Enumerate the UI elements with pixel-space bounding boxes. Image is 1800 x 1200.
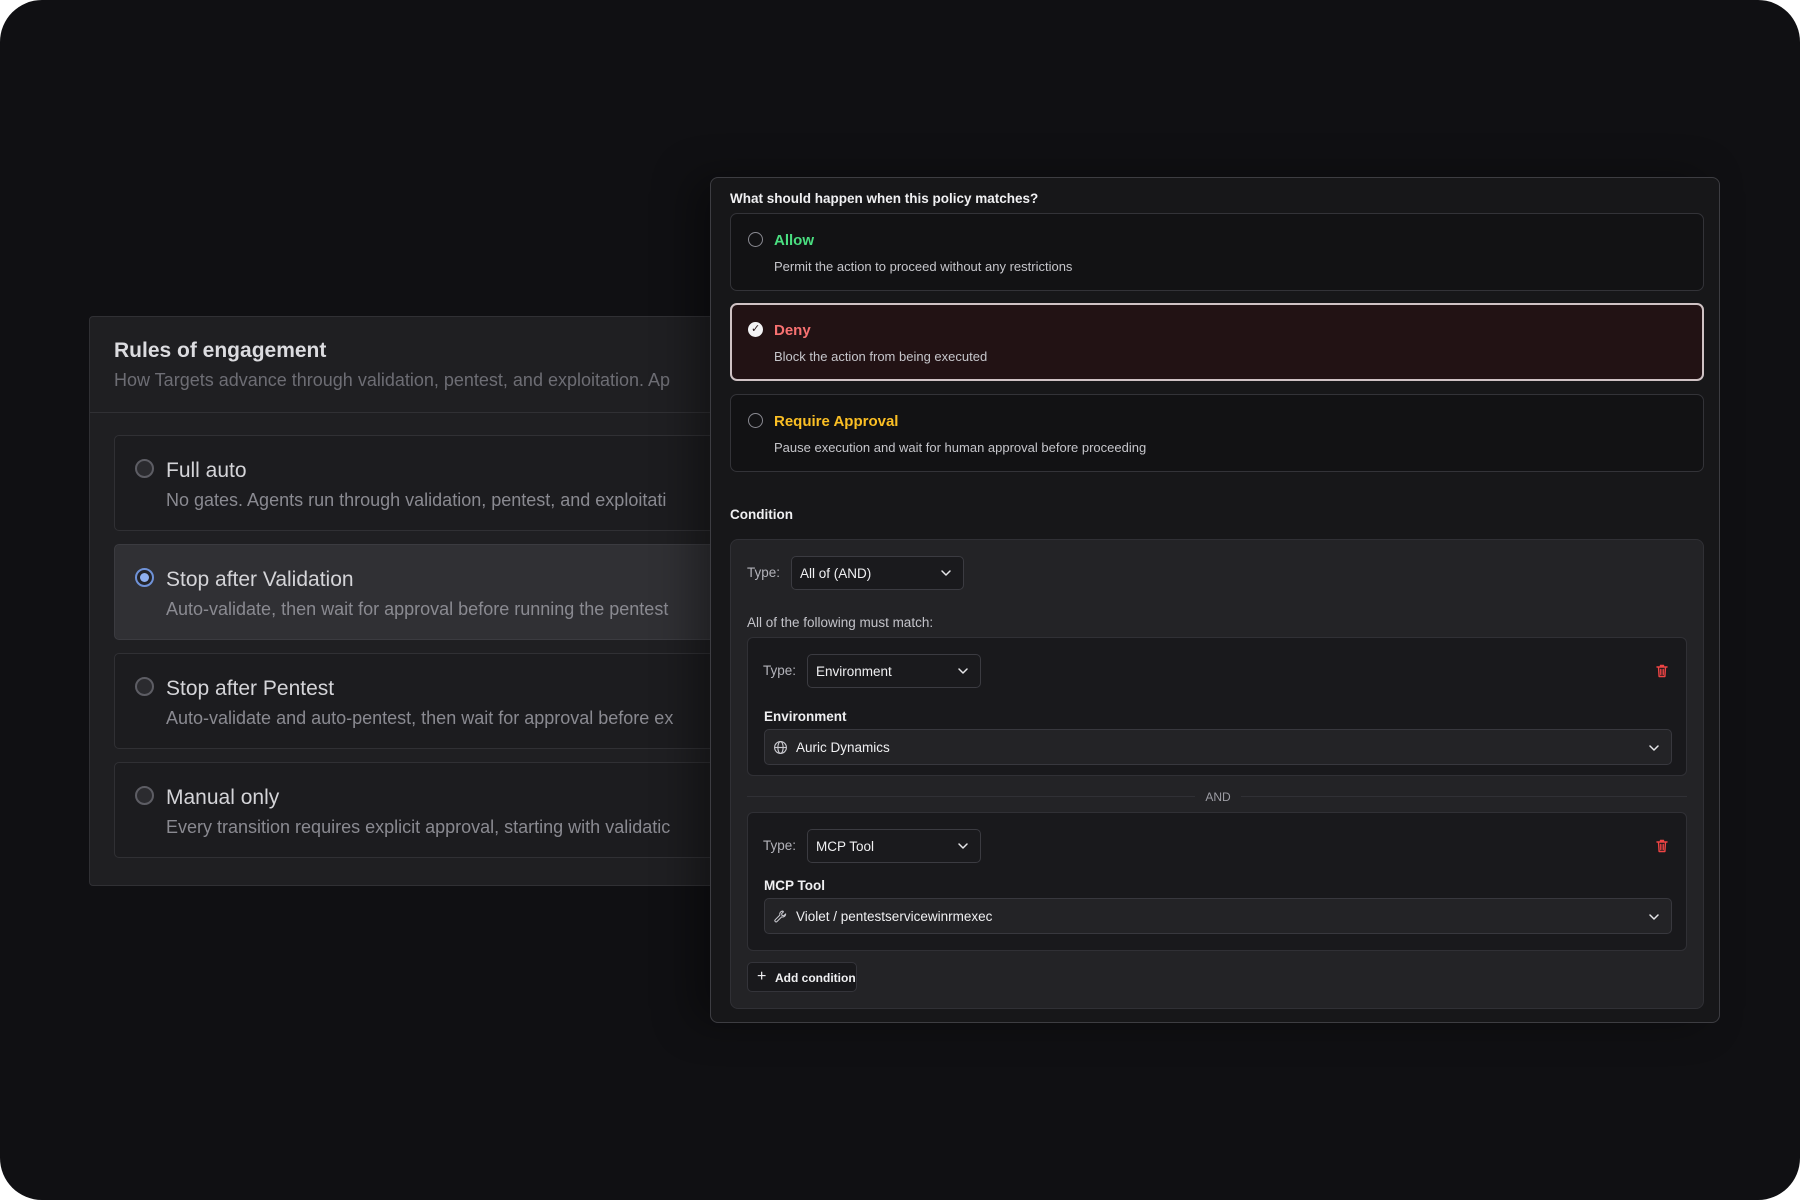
chevron-down-icon	[1649, 914, 1659, 920]
rule-option-title: Manual only	[166, 786, 280, 809]
action-option-require-approval[interactable]: Require Approval Pause execution and wai…	[730, 394, 1704, 472]
chevron-down-icon	[1649, 745, 1659, 751]
condition-box: Type: All of (AND) All of the following …	[730, 539, 1704, 1009]
field-label: Environment	[764, 709, 847, 724]
radio-button[interactable]	[748, 232, 763, 247]
rule-option-title: Stop after Pentest	[166, 677, 335, 700]
action-option-allow[interactable]: Allow Permit the action to proceed witho…	[730, 213, 1704, 291]
and-separator-label: AND	[1195, 790, 1241, 804]
radio-button[interactable]	[135, 677, 154, 696]
wrench-icon	[774, 910, 787, 923]
action-title: Deny	[774, 322, 811, 339]
chevron-down-icon	[958, 843, 968, 849]
condition-type-select[interactable]: All of (AND)	[791, 556, 964, 590]
select-value: Environment	[816, 664, 892, 679]
action-description: Pause execution and wait for human appro…	[774, 440, 1147, 455]
chevron-down-icon	[941, 570, 951, 576]
rule-option-title: Full auto	[166, 459, 247, 482]
radio-button-selected[interactable]: ✓	[748, 322, 763, 337]
type-label: Type:	[747, 565, 781, 580]
type-label: Type:	[763, 838, 797, 853]
and-separator: AND	[731, 790, 1705, 804]
action-description: Permit the action to proceed without any…	[774, 259, 1073, 274]
radio-button[interactable]	[135, 459, 154, 478]
select-value: MCP Tool	[816, 839, 875, 854]
action-title: Allow	[774, 232, 814, 249]
select-value: Violet / pentestservicewinrmexec	[796, 909, 993, 924]
add-condition-button[interactable]: + Add condition	[747, 962, 857, 992]
plus-icon: +	[757, 968, 767, 985]
check-icon: ✓	[751, 323, 761, 335]
condition-item-type-select[interactable]: MCP Tool	[807, 829, 981, 863]
radio-button[interactable]	[748, 413, 763, 428]
rule-option-description: Auto-validate and auto-pentest, then wai…	[166, 708, 674, 728]
rules-panel-subtitle: How Targets advance through validation, …	[114, 370, 671, 390]
policy-question: What should happen when this policy matc…	[730, 191, 1039, 206]
condition-item-type-select[interactable]: Environment	[807, 654, 981, 688]
action-title: Require Approval	[774, 413, 899, 430]
select-value: Auric Dynamics	[796, 740, 890, 755]
globe-icon	[774, 741, 787, 754]
type-label: Type:	[763, 663, 797, 678]
rule-option-description: Auto-validate, then wait for approval be…	[166, 599, 669, 619]
rule-option-title: Stop after Validation	[166, 568, 354, 591]
add-condition-label: Add condition	[775, 971, 856, 985]
rule-option-description: No gates. Agents run through validation,…	[166, 490, 667, 510]
mcp-tool-select[interactable]: Violet / pentestservicewinrmexec	[764, 898, 1672, 934]
action-option-deny[interactable]: ✓ Deny Block the action from being execu…	[730, 303, 1704, 381]
rules-panel-title: Rules of engagement	[114, 339, 327, 362]
radio-button-selected[interactable]	[135, 568, 154, 587]
radio-button[interactable]	[135, 786, 154, 805]
condition-item-environment: Type: Environment Environment Auric Dyna…	[747, 637, 1687, 776]
chevron-down-icon	[958, 668, 968, 674]
rule-option-description: Every transition requires explicit appro…	[166, 817, 671, 837]
app-frame: Rules of engagement How Targets advance …	[0, 0, 1800, 1200]
select-value: All of (AND)	[800, 566, 872, 581]
match-description: All of the following must match:	[747, 615, 934, 630]
trash-icon[interactable]	[1654, 838, 1670, 854]
condition-item-mcp-tool: Type: MCP Tool MCP Tool Violet / pentest…	[747, 812, 1687, 951]
environment-select[interactable]: Auric Dynamics	[764, 729, 1672, 765]
condition-label: Condition	[730, 507, 793, 522]
action-description: Block the action from being executed	[774, 349, 988, 364]
trash-icon[interactable]	[1654, 663, 1670, 679]
policy-panel: What should happen when this policy matc…	[710, 177, 1720, 1023]
field-label: MCP Tool	[764, 878, 825, 893]
